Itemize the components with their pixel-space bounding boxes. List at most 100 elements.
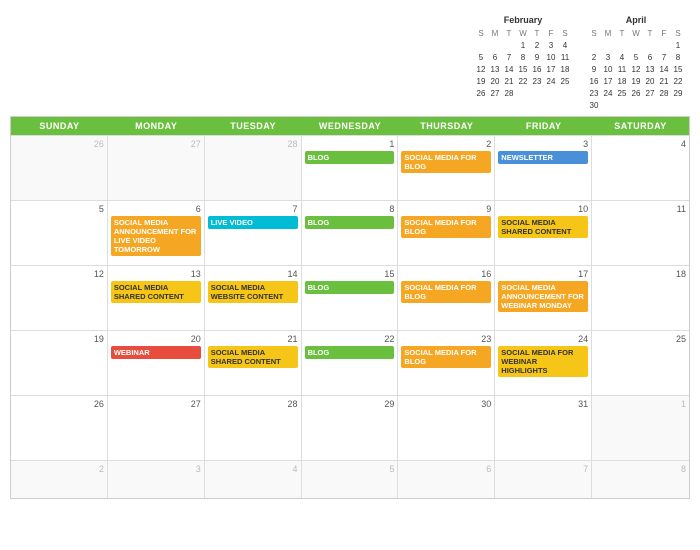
mini-cal-day (587, 39, 601, 51)
mini-cal-day: 3 (544, 39, 558, 51)
mini-cal-day: 20 (643, 75, 657, 87)
day-number: 10 (498, 204, 588, 214)
mini-cal-day: 10 (601, 63, 615, 75)
calendar-cell: 1BLOG (302, 136, 399, 200)
calendar-event[interactable]: SOCIAL MEDIA FOR WEBINAR HIGHLIGHTS (498, 346, 588, 377)
main-calendar: SUNDAYMONDAYTUESDAYWEDNESDAYTHURSDAYFRID… (10, 116, 690, 499)
calendar-event[interactable]: SOCIAL MEDIA SHARED CONTENT (111, 281, 201, 303)
calendar-event[interactable]: SOCIAL MEDIA SHARED CONTENT (208, 346, 298, 368)
mini-cal-day: 27 (643, 87, 657, 99)
mini-cal-day: 15 (516, 63, 530, 75)
mini-cal-title: February (474, 15, 572, 25)
calendar-cell: 15BLOG (302, 266, 399, 330)
calendar-event[interactable]: SOCIAL MEDIA WEBSITE CONTENT (208, 281, 298, 303)
calendar-row: 2627281BLOG2SOCIAL MEDIA FOR BLOG3NEWSLE… (11, 135, 689, 200)
day-number: 9 (401, 204, 491, 214)
mini-cal-day: 25 (615, 87, 629, 99)
day-number: 14 (208, 269, 298, 279)
day-number: 16 (401, 269, 491, 279)
day-number: 23 (401, 334, 491, 344)
mini-cal-day: 6 (643, 51, 657, 63)
calendar-event[interactable]: SOCIAL MEDIA FOR BLOG (401, 346, 491, 368)
calendar-event[interactable]: LIVE VIDEO (208, 216, 298, 229)
mini-cal-day (601, 99, 615, 111)
mini-cal-header: T (502, 27, 516, 39)
calendar-cell: 24SOCIAL MEDIA FOR WEBINAR HIGHLIGHTS (495, 331, 592, 395)
month-title-area (15, 10, 474, 14)
calendar-cell: 31 (495, 396, 592, 460)
calendar-cell: 2 (11, 461, 108, 498)
mini-cal-day: 12 (474, 63, 488, 75)
calendar-event[interactable]: SOCIAL MEDIA SHARED CONTENT (498, 216, 588, 238)
mini-cal-day: 9 (587, 63, 601, 75)
day-number: 22 (305, 334, 395, 344)
mini-cal-day: 13 (488, 63, 502, 75)
mini-cal-day (544, 87, 558, 99)
mini-cal-day: 7 (502, 51, 516, 63)
mini-cal-day (601, 39, 615, 51)
mini-cal-day: 23 (587, 87, 601, 99)
calendar-cell: 4 (205, 461, 302, 498)
calendar-cell: 9 SOCIAL MEDIA FOR BLOG (398, 201, 495, 265)
calendar-cell: 18 (592, 266, 689, 330)
day-number: 25 (595, 334, 686, 344)
mini-cal-header: S (558, 27, 572, 39)
calendar-cell: 2SOCIAL MEDIA FOR BLOG (398, 136, 495, 200)
calendar-cell: 21SOCIAL MEDIA SHARED CONTENT (205, 331, 302, 395)
mini-cal-day: 7 (657, 51, 671, 63)
mini-cal-day: 16 (530, 63, 544, 75)
cal-header-saturday: SATURDAY (592, 117, 689, 135)
mini-cal-day: 28 (657, 87, 671, 99)
mini-cal-header: F (657, 27, 671, 39)
mini-cal-day: 15 (671, 63, 685, 75)
mini-cal-day: 19 (474, 75, 488, 87)
calendar-event[interactable]: NEWSLETTER (498, 151, 588, 164)
day-number: 5 (305, 464, 395, 474)
mini-cal-day: 25 (558, 75, 572, 87)
calendar-event[interactable]: BLOG (305, 346, 395, 359)
calendar-cell: 1 (592, 396, 689, 460)
calendar-event[interactable]: BLOG (305, 281, 395, 294)
day-number: 7 (498, 464, 588, 474)
calendar-event[interactable]: SOCIAL MEDIA FOR BLOG (401, 216, 491, 238)
calendar-row: 2627282930311 (11, 395, 689, 460)
mini-cal-header: M (601, 27, 615, 39)
calendar-cell: 10 SOCIAL MEDIA SHARED CONTENT (495, 201, 592, 265)
mini-cal-day (643, 99, 657, 111)
calendar-cell: 22 BLOG (302, 331, 399, 395)
mini-cal-day (629, 39, 643, 51)
cal-header-tuesday: TUESDAY (205, 117, 302, 135)
mini-cal-day: 19 (629, 75, 643, 87)
mini-cal-day: 2 (530, 39, 544, 51)
cal-header-sunday: SUNDAY (11, 117, 108, 135)
calendar-event[interactable]: BLOG (305, 151, 395, 164)
mini-cal-day: 18 (558, 63, 572, 75)
calendar-cell: 5 (11, 201, 108, 265)
day-number: 7 (208, 204, 298, 214)
mini-cal-day: 11 (558, 51, 572, 63)
calendar-cell: 5 (302, 461, 399, 498)
mini-cal-day: 30 (587, 99, 601, 111)
calendar-event[interactable]: WEBINAR (111, 346, 201, 359)
calendar-event[interactable]: SOCIAL MEDIA ANNOUNCEMENT FOR WEBINAR MO… (498, 281, 588, 312)
mini-cal-day (629, 99, 643, 111)
mini-calendar-february: FebruarySMTWTFS1234567891011121314151617… (474, 15, 572, 111)
calendar-event[interactable]: SOCIAL MEDIA FOR BLOG (401, 281, 491, 303)
day-number: 26 (14, 139, 104, 149)
day-number: 27 (111, 399, 201, 409)
day-number: 26 (14, 399, 104, 409)
calendar-event[interactable]: SOCIAL MEDIA FOR BLOG (401, 151, 491, 173)
calendar-row: 1920WEBINAR21SOCIAL MEDIA SHARED CONTENT… (11, 330, 689, 395)
calendar-cell: 28 (205, 396, 302, 460)
mini-cal-day: 5 (629, 51, 643, 63)
calendar-event[interactable]: BLOG (305, 216, 395, 229)
calendar-event[interactable]: SOCIAL MEDIA ANNOUNCEMENT FOR LIVE VIDEO… (111, 216, 201, 256)
mini-cal-day: 1 (516, 39, 530, 51)
mini-cal-header: T (530, 27, 544, 39)
mini-cal-day (530, 87, 544, 99)
calendar-header: SUNDAYMONDAYTUESDAYWEDNESDAYTHURSDAYFRID… (11, 117, 689, 135)
calendar-cell: 25 (592, 331, 689, 395)
mini-cal-day (671, 99, 685, 111)
calendar-cell: 12 (11, 266, 108, 330)
mini-cal-day: 1 (671, 39, 685, 51)
